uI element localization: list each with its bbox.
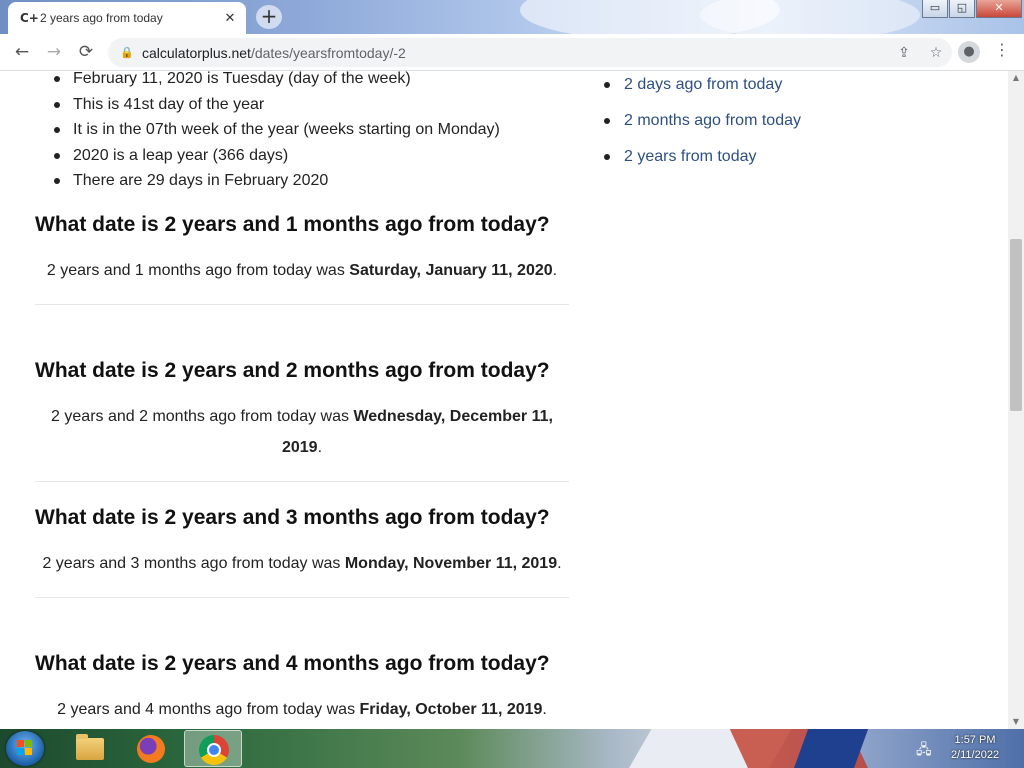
- result-text: 2 years and 4 months ago from today was …: [35, 694, 569, 725]
- related-link[interactable]: 2 days ago from today: [624, 76, 782, 93]
- result-text: 2 years and 3 months ago from today was …: [35, 548, 569, 579]
- back-button[interactable]: ←: [6, 36, 38, 68]
- scroll-down-icon[interactable]: ▼: [1008, 715, 1024, 729]
- result-prefix: 2 years and 1 months ago from today was: [46, 262, 350, 279]
- lock-icon[interactable]: 🔒: [120, 46, 142, 59]
- page-scrollbar[interactable]: ▲ ▼: [1008, 71, 1024, 729]
- share-icon[interactable]: ⇪: [888, 45, 920, 61]
- result-end: .: [317, 439, 323, 456]
- tab-close-icon[interactable]: ✕: [222, 11, 238, 26]
- bookmark-star-icon[interactable]: ☆: [920, 45, 952, 61]
- result-prefix: 2 years and 2 months ago from today was: [51, 408, 354, 425]
- section-heading: What date is 2 years and 3 months ago fr…: [35, 506, 550, 529]
- result-text: 2 years and 1 months ago from today was …: [35, 255, 569, 286]
- browser-menu-icon[interactable]: ⋮: [992, 40, 1012, 59]
- related-links-list: 2 days ago from today 2 months ago from …: [604, 71, 984, 175]
- list-item: 2020 is a leap year (366 days): [35, 143, 569, 169]
- network-tray-icon[interactable]: 🖧: [916, 739, 932, 763]
- list-item: There are 29 days in February 2020: [35, 168, 569, 194]
- page-viewport: February 11, 2020 is Tuesday (day of the…: [0, 71, 1008, 729]
- new-tab-button[interactable]: +: [256, 5, 282, 29]
- close-window-button[interactable]: ✕: [976, 0, 1022, 18]
- related-link[interactable]: 2 years from today: [624, 148, 757, 165]
- result-prefix: 2 years and 4 months ago from today was: [57, 701, 360, 718]
- result-section: What date is 2 years and 2 months ago fr…: [35, 357, 569, 482]
- related-link[interactable]: 2 months ago from today: [624, 112, 801, 129]
- result-date: Saturday, January 11, 2020: [349, 262, 553, 279]
- divider: [35, 304, 569, 305]
- list-item: 2 years from today: [604, 139, 984, 175]
- list-item: 2 days ago from today: [604, 71, 984, 103]
- scroll-up-icon[interactable]: ▲: [1008, 71, 1024, 85]
- result-date: Monday, November 11, 2019: [344, 555, 558, 572]
- scroll-thumb[interactable]: [1010, 239, 1022, 411]
- tab-title: 2 years ago from today: [40, 11, 163, 25]
- result-section: What date is 2 years and 3 months ago fr…: [35, 504, 569, 598]
- taskbar-explorer-button[interactable]: [60, 730, 118, 767]
- url-text[interactable]: calculatorplus.net/dates/yearsfromtoday/…: [142, 45, 888, 61]
- date-facts-list: February 11, 2020 is Tuesday (day of the…: [35, 71, 569, 194]
- section-heading: What date is 2 years and 4 months ago fr…: [35, 652, 550, 675]
- firefox-icon: [137, 735, 165, 763]
- section-heading: What date is 2 years and 1 months ago fr…: [35, 213, 550, 236]
- divider: [35, 597, 569, 598]
- clock-time: 1:57 PM: [954, 734, 996, 746]
- address-bar[interactable]: 🔒 calculatorplus.net/dates/yearsfromtoda…: [108, 38, 952, 67]
- minimize-button[interactable]: ▭: [922, 0, 948, 18]
- url-domain: calculatorplus.net: [142, 44, 251, 61]
- list-item: February 11, 2020 is Tuesday (day of the…: [35, 71, 569, 92]
- forward-button[interactable]: →: [38, 36, 70, 68]
- result-end: .: [552, 262, 558, 279]
- folder-icon: [76, 734, 104, 760]
- result-section: What date is 2 years and 4 months ago fr…: [35, 650, 569, 725]
- result-section: What date is 2 years and 1 months ago fr…: [35, 211, 569, 305]
- wallpaper-cloud: [700, 0, 920, 34]
- restore-button[interactable]: ◱: [949, 0, 975, 18]
- result-text: 2 years and 2 months ago from today was …: [35, 401, 569, 463]
- start-button[interactable]: [6, 731, 44, 766]
- list-item: This is 41st day of the year: [35, 92, 569, 118]
- system-clock[interactable]: 1:57 PM 2/11/2022: [940, 733, 1010, 763]
- taskbar-chrome-button[interactable]: [184, 730, 242, 767]
- profile-avatar-icon[interactable]: ●: [958, 41, 980, 63]
- section-heading: What date is 2 years and 2 months ago fr…: [35, 359, 550, 382]
- result-prefix: 2 years and 3 months ago from today was: [42, 555, 345, 572]
- result-end: .: [557, 555, 562, 572]
- clock-date: 2/11/2022: [950, 749, 1000, 761]
- list-item: It is in the 07th week of the year (week…: [35, 117, 569, 143]
- windows-logo-icon: [17, 740, 33, 756]
- list-item: 2 months ago from today: [604, 103, 984, 139]
- taskbar-firefox-button[interactable]: [122, 730, 180, 767]
- windows-taskbar: 🖧 1:57 PM 2/11/2022: [0, 729, 1024, 768]
- chrome-icon: [199, 735, 229, 765]
- browser-tab[interactable]: C+ 2 years ago from today ✕: [8, 2, 246, 34]
- site-favicon-icon: C+: [20, 11, 39, 25]
- main-content: February 11, 2020 is Tuesday (day of the…: [35, 71, 569, 718]
- browser-toolbar: ← → ⟳ 🔒 calculatorplus.net/dates/yearsfr…: [0, 34, 1024, 71]
- reload-button[interactable]: ⟳: [70, 36, 102, 68]
- result-end: .: [542, 701, 547, 718]
- url-path: /dates/yearsfromtoday/-2: [250, 44, 406, 61]
- result-date: Friday, October 11, 2019: [359, 701, 543, 718]
- title-bar: C+ 2 years ago from today ✕ + ▭ ◱ ✕: [0, 0, 1024, 34]
- window-controls: ▭ ◱ ✕: [921, 0, 1022, 18]
- divider: [35, 481, 569, 482]
